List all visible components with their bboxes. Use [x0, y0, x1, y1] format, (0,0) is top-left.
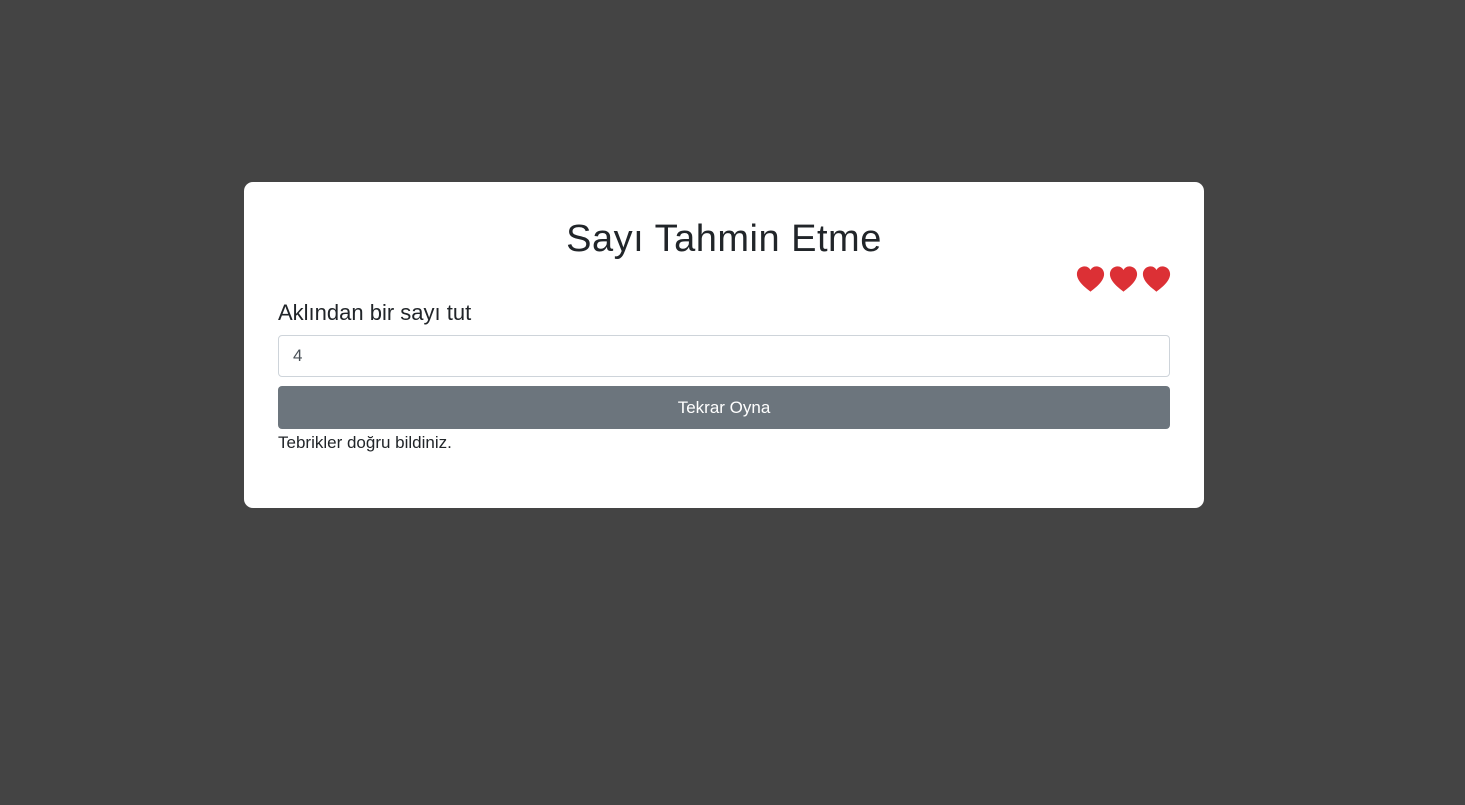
lives-indicator: [1076, 265, 1171, 293]
guess-input[interactable]: [278, 335, 1170, 377]
heart-icon: [1109, 266, 1138, 292]
guess-label: Aklından bir sayı tut: [278, 300, 472, 325]
game-card: Sayı Tahmin Etme Aklından bir sayı tut T…: [244, 182, 1204, 508]
heart-icon: [1076, 266, 1105, 292]
result-message: Tebrikler doğru bildiniz.: [278, 433, 452, 452]
play-again-button[interactable]: Tekrar Oyna: [278, 386, 1170, 429]
heart-icon: [1142, 266, 1171, 292]
page-title: Sayı Tahmin Etme: [566, 218, 882, 260]
